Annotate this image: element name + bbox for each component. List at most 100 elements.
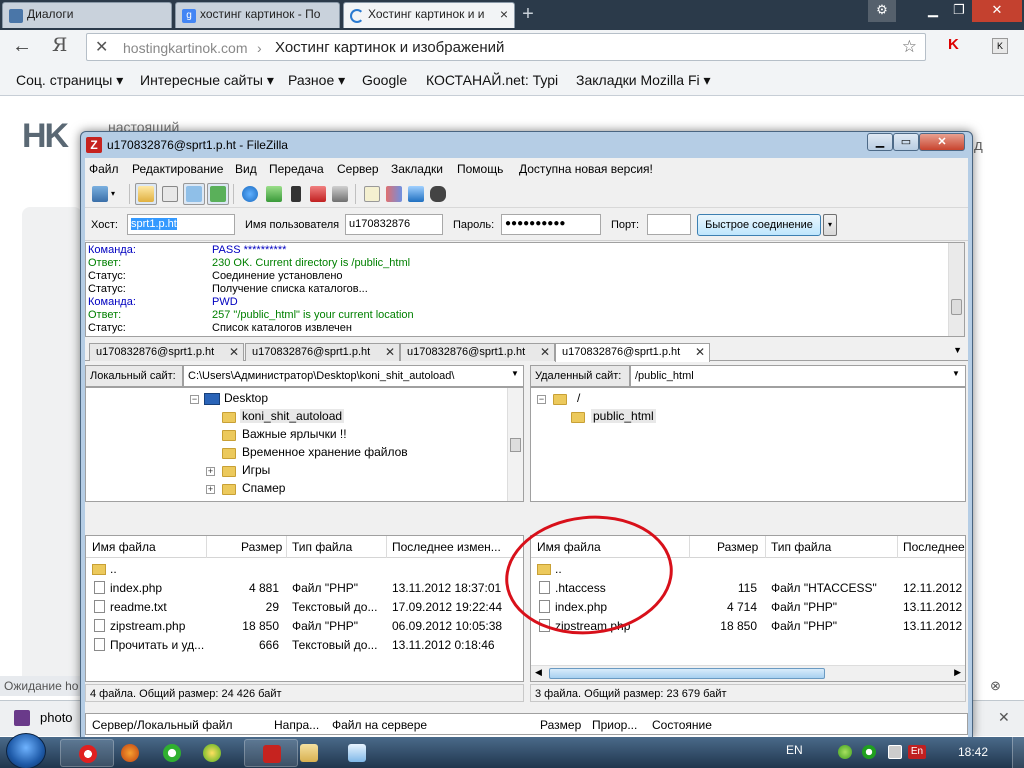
show-desktop-button[interactable] xyxy=(1012,737,1024,768)
bookmark-interesting[interactable]: Интересные сайты ▾ xyxy=(140,72,274,89)
connection-tab[interactable]: u170832876@sprt1.p.ht ✕ xyxy=(400,343,555,361)
cancel-operation-icon[interactable] xyxy=(285,183,307,205)
compare-directories-icon[interactable] xyxy=(383,183,405,205)
col-size[interactable]: Размер xyxy=(717,540,758,554)
host-input[interactable]: sprt1.p.ht xyxy=(127,214,235,235)
kaspersky-icon[interactable]: K xyxy=(992,38,1008,54)
site-manager-icon[interactable] xyxy=(89,183,111,205)
col-modified[interactable]: Последнее xyxy=(903,540,965,554)
scroll-left-icon[interactable]: ◀ xyxy=(535,667,542,678)
queue-col-remote[interactable]: Файл на сервере xyxy=(332,718,427,732)
col-size[interactable]: Размер xyxy=(241,540,282,554)
close-downloads-icon[interactable]: ✕ xyxy=(998,709,1010,726)
address-bar[interactable]: ✕ hostingkartinok.com › Хостинг картинок… xyxy=(86,33,926,61)
yandex-logo-icon[interactable]: Я xyxy=(52,34,67,56)
start-button[interactable] xyxy=(6,733,46,768)
taskbar-explorer[interactable] xyxy=(290,739,330,767)
minimize-button[interactable]: ▁ xyxy=(920,0,946,22)
site-manager-dropdown-icon[interactable]: ▾ xyxy=(111,183,123,205)
close-tab-icon[interactable]: × xyxy=(500,6,508,22)
taskbar-icq[interactable] xyxy=(160,739,184,767)
close-status-icon[interactable]: ⊗ xyxy=(990,678,1001,694)
icq-tray-icon[interactable] xyxy=(862,745,876,759)
remote-path-input[interactable]: /public_html xyxy=(630,365,966,387)
disconnect-icon[interactable] xyxy=(307,183,329,205)
col-type[interactable]: Тип файла xyxy=(771,540,831,554)
col-type[interactable]: Тип файла xyxy=(292,540,352,554)
taskbar-yandex[interactable] xyxy=(60,739,114,767)
tabs-menu-icon[interactable]: ▼ xyxy=(953,345,962,355)
clock[interactable]: 18:42 xyxy=(958,745,988,759)
stop-loading-icon[interactable]: ✕ xyxy=(95,37,108,57)
tree-scroll-thumb[interactable] xyxy=(510,438,521,452)
fz-maximize-button[interactable]: ▭ xyxy=(893,133,919,151)
menu-bookmarks[interactable]: Закладки xyxy=(391,162,443,176)
language-badge[interactable]: En xyxy=(908,745,926,759)
queue-col-local[interactable]: Сервер/Локальный файл xyxy=(92,718,232,732)
bookmark-mozilla[interactable]: Закладки Mozilla Fi ▾ xyxy=(576,72,711,89)
bookmark-google[interactable]: Google xyxy=(362,72,407,88)
queue-col-direction[interactable]: Напра... xyxy=(274,718,319,732)
network-tray-icon[interactable] xyxy=(888,745,902,759)
connection-tab[interactable]: u170832876@sprt1.p.ht ✕ xyxy=(245,343,400,361)
new-tab-button[interactable]: + xyxy=(517,4,539,26)
local-file-row[interactable]: zipstream.php 18 850 Файл "PHP" 06.09.20… xyxy=(86,617,523,636)
close-tab-icon[interactable]: ✕ xyxy=(695,345,705,359)
chevron-down-icon[interactable]: ▼ xyxy=(952,369,960,378)
local-file-row[interactable]: Прочитать и уд... 666 Текстовый до... 13… xyxy=(86,636,523,655)
bookmark-misc[interactable]: Разное ▾ xyxy=(288,72,345,89)
toggle-log-icon[interactable] xyxy=(135,183,157,205)
quickconnect-button[interactable]: Быстрое соединение xyxy=(697,214,821,236)
search-files-icon[interactable] xyxy=(427,183,449,205)
reconnect-icon[interactable] xyxy=(329,183,351,205)
queue-col-priority[interactable]: Приор... xyxy=(592,718,637,732)
taskbar-notepad[interactable] xyxy=(338,739,378,767)
collapse-icon[interactable]: − xyxy=(190,395,199,404)
bookmark-kostanay[interactable]: КОСТАНАЙ.net: Турі xyxy=(426,72,558,88)
process-queue-icon[interactable] xyxy=(263,183,285,205)
log-scrollbar[interactable] xyxy=(948,243,964,336)
menu-transfer[interactable]: Передача xyxy=(269,162,324,176)
agent-tray-icon[interactable] xyxy=(838,745,852,759)
menu-help[interactable]: Помощь xyxy=(457,162,503,176)
menu-view[interactable]: Вид xyxy=(235,162,257,176)
queue-col-status[interactable]: Состояние xyxy=(652,718,712,732)
expand-icon[interactable]: + xyxy=(206,467,215,476)
refresh-icon[interactable] xyxy=(239,183,261,205)
menu-edit[interactable]: Редактирование xyxy=(132,162,223,176)
filezilla-titlebar[interactable]: Z u170832876@sprt1.p.ht - FileZilla ▁ ▭ … xyxy=(81,132,972,158)
browser-tab-search[interactable]: g хостинг картинок - По xyxy=(175,2,340,28)
local-file-row[interactable]: index.php 4 881 Файл "PHP" 13.11.2012 18… xyxy=(86,579,523,598)
menu-file[interactable]: Файл xyxy=(89,162,119,176)
log-scroll-thumb[interactable] xyxy=(951,299,962,315)
port-input[interactable] xyxy=(647,214,691,235)
back-arrow-icon[interactable]: ← xyxy=(12,35,32,58)
local-path-input[interactable]: C:\Users\Администратор\Desktop\koni_shit… xyxy=(183,365,524,387)
local-file-row[interactable]: .. xyxy=(86,560,523,579)
col-modified[interactable]: Последнее измен... xyxy=(392,540,501,554)
extension-icon[interactable]: K xyxy=(948,36,966,54)
col-filename[interactable]: Имя файла xyxy=(92,540,156,554)
close-tab-icon[interactable]: ✕ xyxy=(385,345,395,359)
synchronized-browsing-icon[interactable] xyxy=(405,183,427,205)
menu-new-version[interactable]: Доступна новая версия! xyxy=(519,162,653,176)
bookmark-star-icon[interactable]: ☆ xyxy=(902,37,917,57)
taskbar-agent[interactable] xyxy=(200,739,224,767)
tree-scrollbar[interactable] xyxy=(507,388,523,501)
bookmark-social[interactable]: Соц. страницы ▾ xyxy=(16,72,123,89)
directory-listing-filter-icon[interactable] xyxy=(361,183,383,205)
connection-tab-active[interactable]: u170832876@sprt1.p.ht ✕ xyxy=(555,343,710,362)
collapse-icon[interactable]: − xyxy=(537,395,546,404)
download-item[interactable]: photo xyxy=(40,710,73,725)
local-file-row[interactable]: readme.txt 29 Текстовый до... 17.09.2012… xyxy=(86,598,523,617)
maximize-button[interactable]: ❐ xyxy=(946,0,972,22)
connection-tab[interactable]: u170832876@sprt1.p.ht ✕ xyxy=(89,343,244,361)
toggle-remote-tree-icon[interactable] xyxy=(183,183,205,205)
queue-col-size[interactable]: Размер xyxy=(540,718,581,732)
toggle-tree-icon[interactable] xyxy=(159,183,181,205)
scroll-right-icon[interactable]: ▶ xyxy=(954,667,961,678)
expand-icon[interactable]: + xyxy=(206,485,215,494)
browser-tab-hosting[interactable]: Хостинг картинок и и × xyxy=(343,2,515,28)
fz-close-button[interactable]: ✕ xyxy=(919,133,965,151)
remote-scroll-thumb[interactable] xyxy=(549,668,825,679)
